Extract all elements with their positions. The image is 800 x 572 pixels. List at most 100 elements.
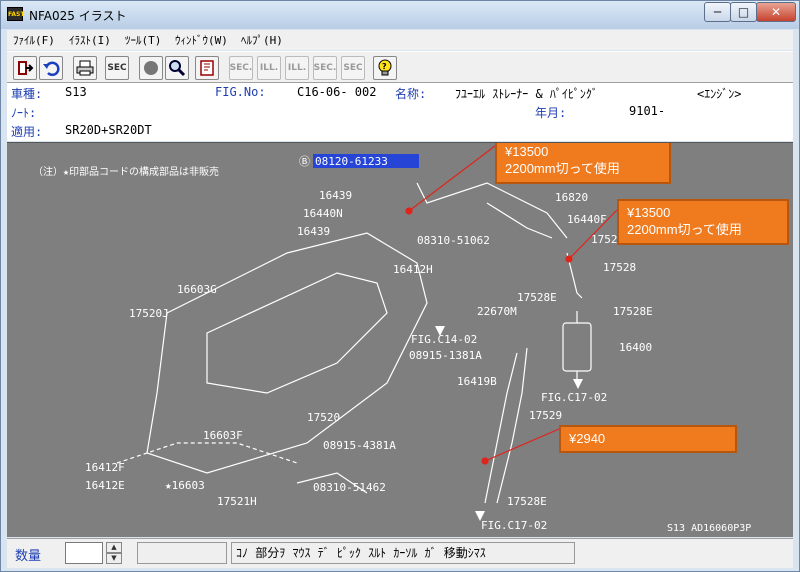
price-callout: ¥2940 [559,425,737,453]
name-value: ﾌﾕｰｴﾙ ｽﾄﾚｰﾅｰ & ﾊﾟｲﾋﾟﾝｸﾞ [455,87,598,101]
part-label[interactable]: 22670M [477,305,517,318]
part-label[interactable]: 16412E [85,479,125,492]
app-icon: FAST [7,7,24,21]
part-label[interactable]: 1752 [591,233,618,246]
part-label[interactable]: 17528E [613,305,653,318]
book-icon[interactable] [195,56,219,80]
part-label[interactable]: FIG.C17-02 [481,519,547,532]
part-label[interactable]: 17521H [217,495,257,508]
sec-button[interactable]: SEC [105,56,129,80]
fig-label: FIG.No: [215,85,266,99]
callout-note: 2200mm切って使用 [627,222,742,237]
window-title: NFA025 イラスト [29,9,127,23]
part-label[interactable]: 16400 [619,341,652,354]
illustration-window: FAST NFA025 イラスト ─ □ ✕ ﾌｧｲﾙ(F) ｲﾗｽﾄ(I) ﾂ… [0,0,800,572]
callout-pointer [408,145,496,212]
part-label[interactable]: 17520 [307,411,340,424]
year-value: 9101- [629,104,666,118]
model-value: S13 [65,85,87,99]
menu-file[interactable]: ﾌｧｲﾙ(F) [13,32,55,48]
part-label[interactable]: 17520J [129,307,169,320]
callout-price: ¥13500 [505,144,549,159]
apply-label: 適用: [11,125,43,139]
sec-prev-button[interactable]: SEC. [229,56,253,80]
menu-tools[interactable]: ﾂｰﾙ(T) [125,32,161,48]
sec-help-button[interactable]: SEC [341,56,365,80]
part-label[interactable]: 16820 [555,191,588,204]
ill-next-button[interactable]: ILL. [285,56,309,80]
part-label[interactable]: 08915-1381A [409,349,482,362]
selected-part-label[interactable]: 08120-61233 [315,155,388,168]
menu-window[interactable]: ｳｨﾝﾄﾞｳ(W) [175,32,228,48]
part-label[interactable]: 08310-51062 [417,234,490,247]
part-label[interactable]: 16439 [297,225,330,238]
part-label[interactable]: 16603F [203,429,243,442]
arrow-down-icon [573,379,583,389]
toolbar: SEC SEC. ILL. ILL. SEC. SEC ? [7,51,793,83]
callout-price: ¥13500 [627,205,671,220]
part-label[interactable]: 16412F [85,461,125,474]
callout-pointer-dot [565,255,573,263]
model-label: 車種: [11,87,43,101]
part-label[interactable]: 17529 [529,409,562,422]
status-bar: 数量 ▲ ▼ ｺﾉ 部分ｦ ﾏｳｽ ﾃﾞ ﾋﾟｯｸ ｽﾙﾄ ｶｰｿﾙ ｶﾞ 移動… [7,538,793,568]
hose-upper-2 [486,202,553,239]
part-label[interactable]: 16440N [303,207,343,220]
hose-upper [416,182,568,239]
quantity-label: 数量 [15,549,42,564]
maximize-button[interactable]: □ [730,2,757,22]
lower-pipe-dashed [116,442,298,464]
print-icon[interactable] [73,56,97,80]
part-label[interactable]: 16439 [319,189,352,202]
engine-outline [146,232,428,474]
help-bulb-icon[interactable]: ? [373,56,397,80]
part-info-panel: 車種: S13 FIG.No: C16-06- 002 名称: ﾌﾕｰｴﾙ ｽﾄ… [7,83,793,141]
part-label[interactable]: 17528 [603,261,636,274]
illustration-code: S13 AD16060P3P [667,523,751,534]
price-callout: ¥13500 2200mm切って使用 [617,199,789,245]
part-label[interactable]: 17528E [517,291,557,304]
fig-value: C16-06- 002 [297,85,377,99]
bolt-marker-b: Ⓑ [299,155,310,168]
callout-pointer-dot [481,457,489,465]
callout-price: ¥2940 [569,431,606,446]
diagram-note: （注）★印部品コードの構成部品は非販売 [33,165,219,178]
note-label: ﾉｰﾄ: [11,106,37,120]
part-label[interactable]: 08310-51462 [313,481,386,494]
sec-next-button[interactable]: SEC. [313,56,337,80]
part-label[interactable]: 08915-4381A [323,439,396,452]
category-value: <ｴﾝｼﾞﾝ> [697,87,742,101]
menu-illustration[interactable]: ｲﾗｽﾄ(I) [69,32,111,48]
minimize-button[interactable]: ─ [704,2,731,22]
name-label: 名称: [395,87,427,101]
part-label[interactable]: FIG.C14-02 [411,333,477,346]
quantity-down-button[interactable]: ▼ [106,553,122,564]
callout-pointer-dot [405,207,413,215]
illustration-canvas[interactable]: （注）★印部品コードの構成部品は非販売 Ⓑ 08120-61233 16439 … [7,142,793,537]
part-label[interactable]: FIG.C17-02 [541,391,607,404]
quantity-input[interactable] [65,542,103,564]
record-icon[interactable] [139,56,163,80]
menu-bar: ﾌｧｲﾙ(F) ｲﾗｽﾄ(I) ﾂｰﾙ(T) ｳｨﾝﾄﾞｳ(W) ﾍﾙﾌﾟ(H) [7,30,793,50]
apply-value: SR20D+SR20DT [65,123,152,137]
part-label[interactable]: 16603G [177,283,217,296]
zoom-icon[interactable] [165,56,189,80]
part-label[interactable]: 16440F [567,213,607,226]
quantity-up-button[interactable]: ▲ [106,542,122,553]
part-label[interactable]: 16419B [457,375,497,388]
part-label[interactable]: 16412H [393,263,433,276]
menu-help[interactable]: ﾍﾙﾌﾟ(H) [241,32,283,48]
year-label: 年月: [535,106,567,120]
part-label[interactable]: 17528E [507,495,547,508]
title-bar[interactable]: FAST NFA025 イラスト ─ □ ✕ [1,1,799,29]
part-label[interactable]: ★16603 [165,479,205,492]
fuel-filter [562,322,592,372]
exit-icon[interactable] [13,56,37,80]
close-button[interactable]: ✕ [756,2,796,22]
intake-outline [206,272,388,394]
price-callout: ¥13500 2200mm切って使用 [495,143,671,184]
ill-prev-button[interactable]: ILL. [257,56,281,80]
callout-note: 2200mm切って使用 [505,161,620,176]
undo-icon[interactable] [39,56,63,80]
status-message: ｺﾉ 部分ｦ ﾏｳｽ ﾃﾞ ﾋﾟｯｸ ｽﾙﾄ ｶｰｿﾙ ｶﾞ 移動ｼﾏｽ [231,542,575,564]
